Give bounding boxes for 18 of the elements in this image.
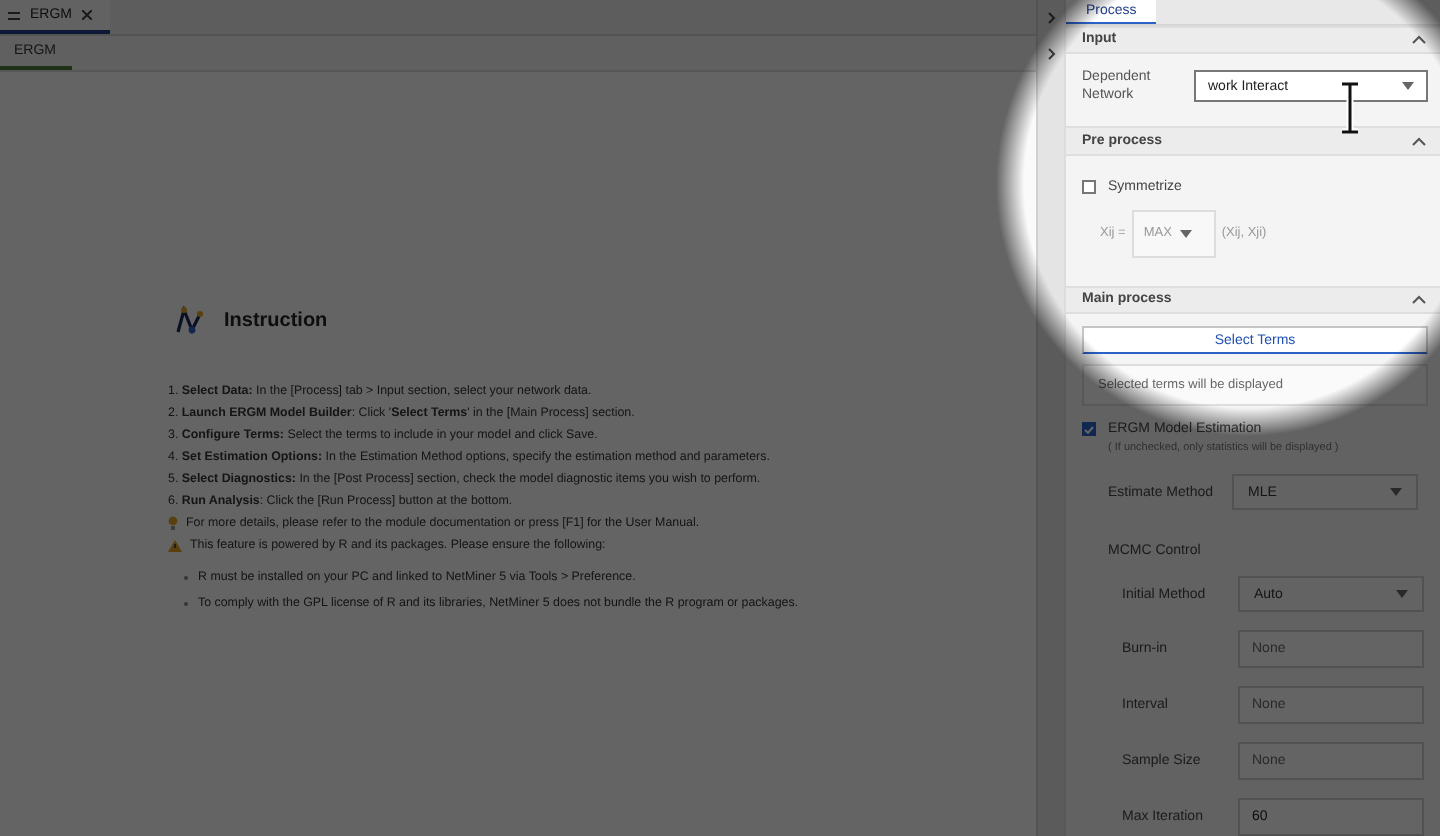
collapse-chevron-icon[interactable] — [1412, 34, 1426, 45]
checkmark-icon — [1084, 425, 1094, 433]
menu-icon — [8, 11, 20, 19]
checkbox[interactable] — [1082, 179, 1096, 194]
dropdown-caret-icon — [1390, 488, 1402, 496]
chevron-right-icon[interactable] — [1047, 48, 1055, 60]
collapse-chevron-icon[interactable] — [1412, 135, 1426, 146]
dropdown-caret-icon — [1402, 82, 1414, 91]
checkbox[interactable] — [1082, 422, 1096, 436]
close-icon[interactable] — [82, 10, 92, 20]
lightbulb-icon — [168, 516, 178, 530]
warning-icon — [168, 539, 182, 551]
logo-icon — [176, 306, 204, 336]
collapse-chevron-icon[interactable] — [1412, 294, 1426, 305]
dropdown-caret-icon — [1396, 590, 1408, 598]
text-cursor-icon — [1338, 82, 1362, 134]
instruction-title: Instruction — [224, 310, 328, 332]
dropdown-caret-icon — [1179, 229, 1192, 238]
